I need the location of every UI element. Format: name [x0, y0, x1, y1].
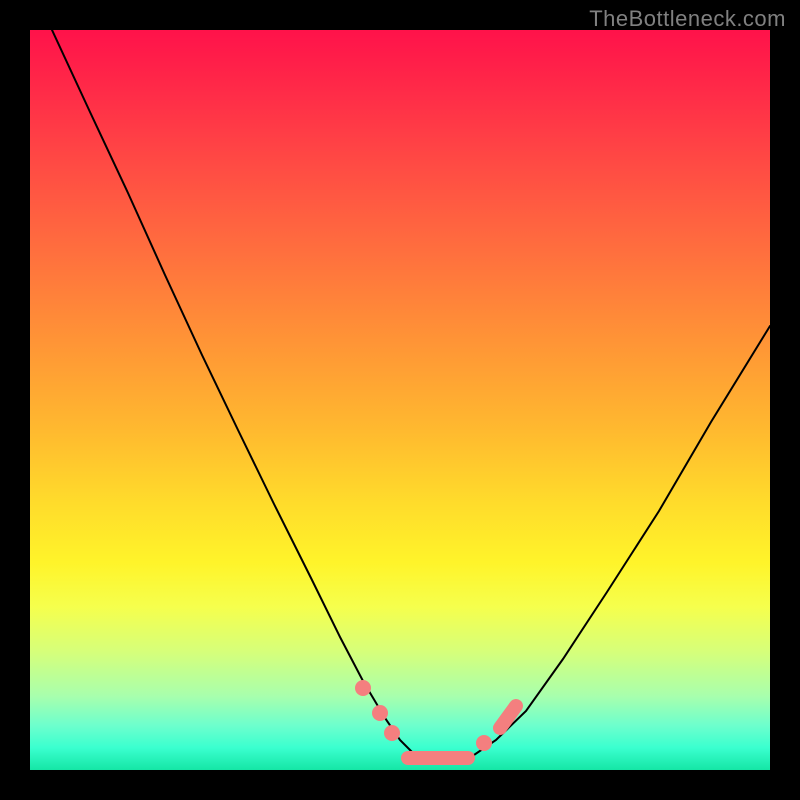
curve-layer — [30, 30, 770, 770]
chart-frame: TheBottleneck.com — [0, 0, 800, 800]
watermark-text: TheBottleneck.com — [589, 6, 786, 32]
plot-area — [30, 30, 770, 770]
highlight-segment-right — [500, 706, 516, 728]
bottleneck-curve — [52, 30, 770, 763]
highlight-dot — [355, 680, 371, 696]
highlight-dot — [384, 725, 400, 741]
highlight-dot — [476, 735, 492, 751]
highlight-dot — [372, 705, 388, 721]
